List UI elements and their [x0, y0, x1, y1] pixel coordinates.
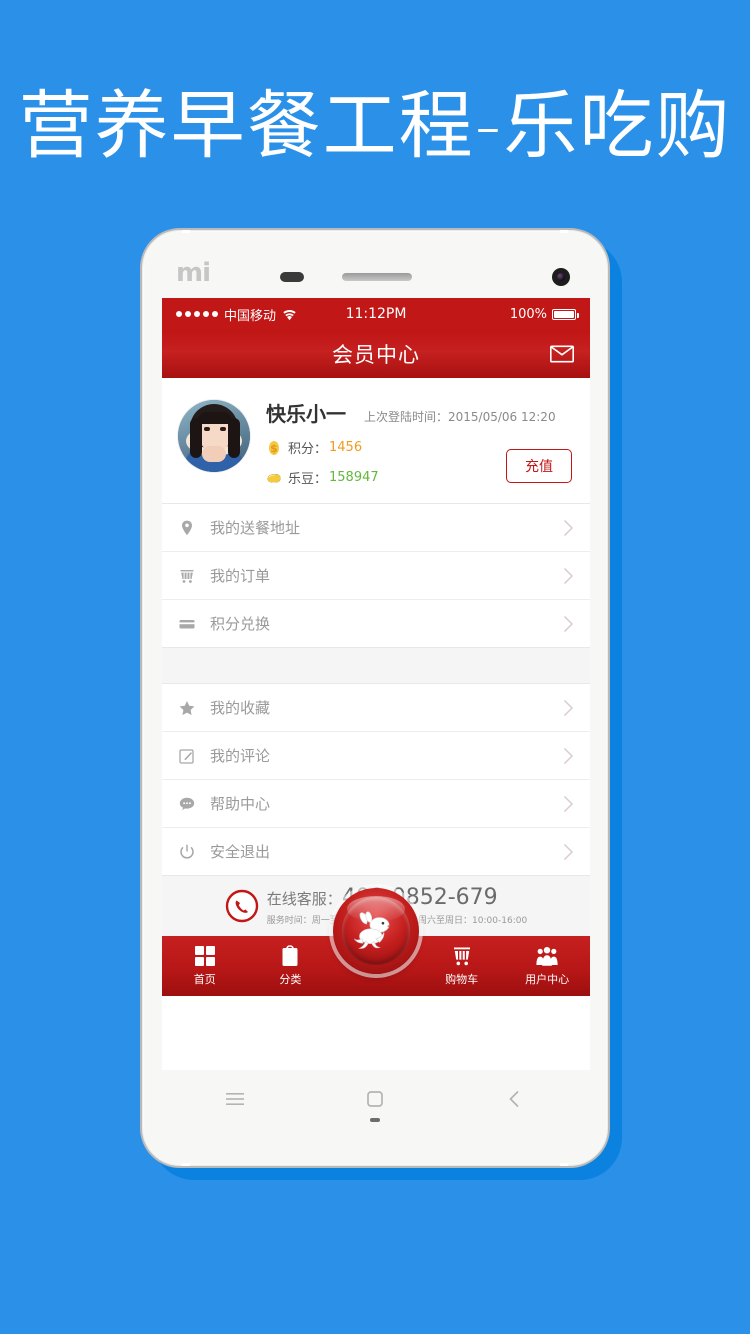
beans-label: 乐豆： [288, 472, 328, 487]
tab-label: 用户中心 [525, 973, 570, 986]
menu-item-label: 我的订单 [210, 567, 271, 585]
menu-item-label: 我的收藏 [210, 699, 271, 717]
chevron-right-icon [563, 519, 574, 537]
recharge-button[interactable]: 充值 [506, 449, 572, 483]
svg-text:$: $ [270, 442, 278, 455]
location-pin-icon [178, 519, 196, 537]
phone-screen: 中国移动 11:12PM 100% 会员中心 快乐小一 上次登陆时间：2015/… [162, 298, 590, 1070]
profile-name-row: 快乐小一 上次登陆时间：2015/05/06 12:20 [266, 398, 574, 427]
shopping-cart-icon [178, 567, 196, 585]
menu-item-help-center[interactable]: 帮助中心 [162, 780, 590, 828]
menu-group-1: 我的送餐地址 我的订单 积分兑换 [162, 504, 590, 648]
status-bar-left: 中国移动 [176, 305, 297, 324]
menu-item-label: 帮助中心 [210, 795, 271, 813]
menu-icon[interactable] [224, 1088, 246, 1110]
tab-label: 购物车 [445, 973, 479, 986]
menu-item-label: 安全退出 [210, 843, 271, 861]
page-title: 营养早餐工程-乐吃购 [18, 83, 732, 169]
chat-bubble-icon [178, 795, 196, 813]
points-value: 1456 [329, 440, 363, 455]
clipboard-icon [279, 945, 301, 967]
edit-pencil-icon [178, 747, 196, 765]
chevron-right-icon [563, 699, 574, 717]
phone-call-icon[interactable] [225, 889, 259, 923]
back-icon[interactable] [504, 1088, 526, 1110]
tab-category[interactable]: 分类 [248, 936, 334, 996]
proximity-sensor-icon [280, 272, 304, 282]
tab-label: 分类 [279, 973, 302, 986]
nav-title: 会员中心 [332, 343, 420, 367]
chevron-right-icon [563, 795, 574, 813]
android-nav-bar [142, 1066, 608, 1166]
menu-item-my-orders[interactable]: 我的订单 [162, 552, 590, 600]
home-icon[interactable] [364, 1088, 386, 1110]
service-label: 在线客服： [266, 889, 342, 908]
menu-item-label: 我的评论 [210, 747, 271, 765]
phone-device: mi 中国移动 11:12PM 100% 会员中心 快乐小一 上次登陆时间：20… [140, 228, 610, 1168]
status-bar-right: 100% [509, 306, 579, 322]
nav-bar: 会员中心 [162, 330, 590, 378]
avatar[interactable] [178, 400, 250, 472]
bean-coin-icon [266, 470, 282, 486]
carrier-name: 中国移动 [224, 308, 277, 324]
users-icon [536, 945, 558, 967]
beans-value: 158947 [329, 470, 379, 485]
envelope-icon[interactable] [550, 345, 574, 363]
profile-card: 快乐小一 上次登陆时间：2015/05/06 12:20 $ 积分： 1456 [162, 378, 590, 504]
username: 快乐小一 [266, 402, 346, 426]
earpiece-speaker-icon [342, 273, 412, 281]
menu-item-delivery-address[interactable]: 我的送餐地址 [162, 504, 590, 552]
tab-user-center[interactable]: 用户中心 [504, 936, 590, 996]
phone-top-hardware: mi [142, 230, 608, 298]
points-label: 积分： [288, 442, 328, 457]
star-icon [178, 699, 196, 717]
shopping-cart-icon [451, 945, 473, 967]
rabbit-logo-button[interactable] [333, 888, 419, 974]
menu-item-my-comments[interactable]: 我的评论 [162, 732, 590, 780]
mi-logo: mi [176, 258, 211, 288]
menu-item-logout[interactable]: 安全退出 [162, 828, 590, 876]
credit-card-icon [178, 615, 196, 633]
menu-item-label: 积分兑换 [210, 615, 271, 633]
power-icon [178, 843, 196, 861]
menu-item-favorites[interactable]: 我的收藏 [162, 684, 590, 732]
front-camera-icon [552, 268, 570, 286]
last-login-value: 2015/05/06 12:20 [448, 410, 556, 424]
chevron-right-icon [563, 843, 574, 861]
tab-bar: 首页 分类 购物车 用户中心 [162, 888, 590, 996]
signal-dots-icon [176, 311, 218, 317]
chevron-right-icon [563, 747, 574, 765]
chevron-right-icon [563, 615, 574, 633]
dollar-coin-icon: $ [266, 440, 282, 456]
battery-percent: 100% [509, 306, 547, 322]
status-bar: 中国移动 11:12PM 100% [162, 298, 590, 330]
menu-item-label: 我的送餐地址 [210, 519, 301, 537]
last-login: 上次登陆时间：2015/05/06 12:20 [364, 408, 556, 425]
tab-home[interactable]: 首页 [162, 936, 248, 996]
grid-icon [194, 945, 216, 967]
chevron-right-icon [563, 567, 574, 585]
tab-label: 首页 [193, 973, 216, 986]
microphone-slot [370, 1118, 380, 1122]
group-separator [162, 648, 590, 684]
tab-cart[interactable]: 购物车 [419, 936, 505, 996]
menu-item-points-exchange[interactable]: 积分兑换 [162, 600, 590, 648]
wifi-icon [282, 308, 297, 321]
last-login-label: 上次登陆时间： [364, 410, 449, 424]
menu-group-2: 我的收藏 我的评论 帮助中心 安全退出 [162, 684, 590, 876]
rabbit-icon [342, 897, 410, 965]
battery-icon [552, 308, 579, 320]
